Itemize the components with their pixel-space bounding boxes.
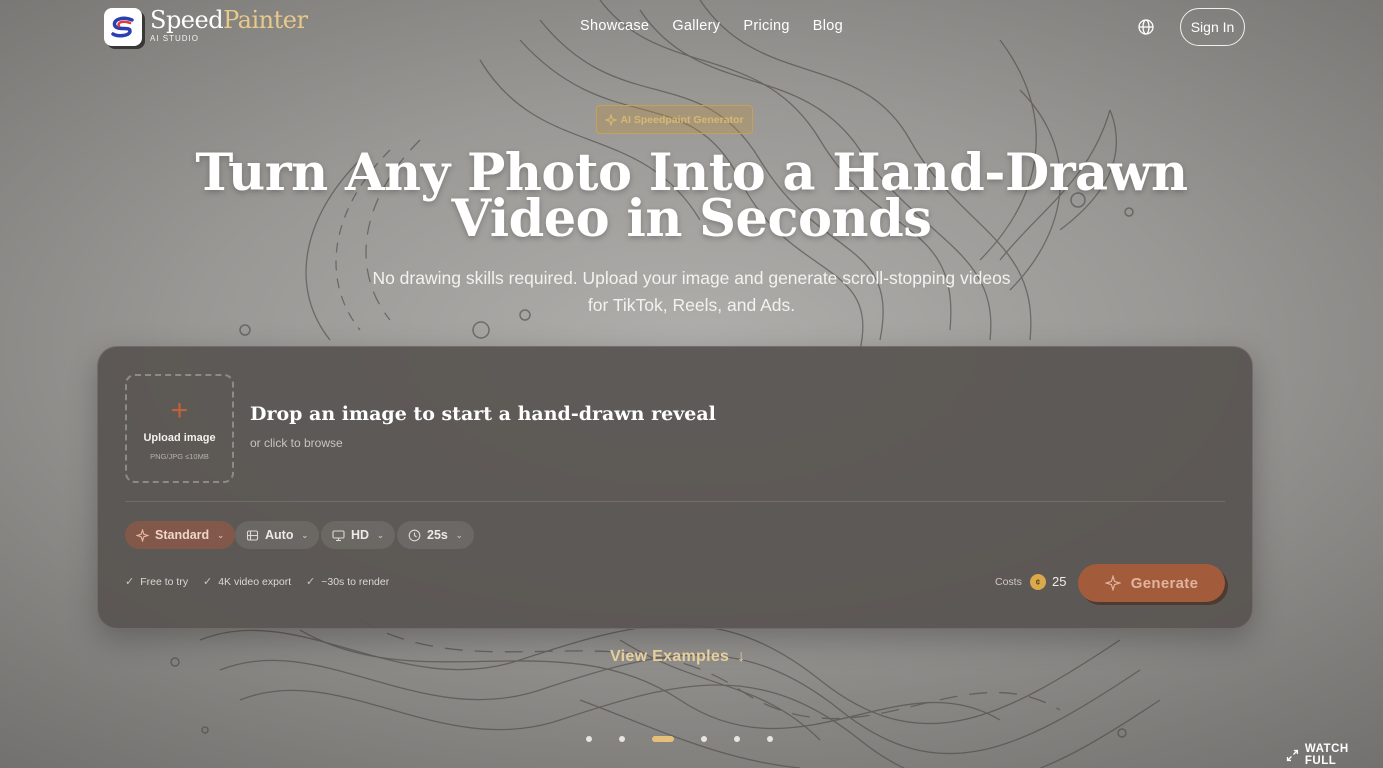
chevron-down-icon: ⌄ [217, 530, 224, 540]
feature-label: Free to try [140, 575, 189, 588]
aspect-select[interactable]: Auto ⌄ [235, 521, 320, 549]
feature-free: ✓ Free to try [125, 575, 189, 589]
chevron-down-icon: ⌄ [377, 530, 384, 540]
hero-badge: AI Speedpaint Generator [596, 105, 753, 134]
generate-label: Generate [1130, 574, 1199, 592]
duration-select-label: 25s [427, 528, 448, 542]
chevron-down-icon: ⌄ [455, 530, 463, 540]
carousel-dot[interactable] [586, 736, 592, 742]
upload-dropzone[interactable]: + Upload image PNG/JPG ≤10MB [125, 374, 234, 483]
nav-gallery[interactable]: Gallery [672, 18, 720, 34]
watch-full-label: WATCH FULL [1304, 743, 1349, 767]
costs-label: Costs [995, 576, 1022, 588]
card-divider [125, 501, 1225, 502]
check-icon: ✓ [306, 576, 316, 588]
feature-4k: ✓ 4K video export [203, 575, 292, 589]
drop-title: Drop an image to start a hand-drawn reve… [250, 403, 716, 425]
carousel-dot-active[interactable] [652, 736, 674, 742]
style-select-label: Standard [155, 528, 210, 542]
upload-card: + Upload image PNG/JPG ≤10MB Drop an ima… [97, 346, 1253, 629]
hero-headline-line2: Video in Seconds [451, 189, 932, 249]
brand-name-part1: Speed [150, 6, 224, 34]
hero-subline: No drawing skills required. Upload your … [372, 268, 1011, 315]
view-examples-link[interactable]: View Examples ↓ [610, 648, 746, 666]
cost-value: 25 [1052, 574, 1067, 589]
carousel-dot[interactable] [767, 736, 773, 742]
aspect-select-label: Auto [265, 528, 294, 542]
check-icon: ✓ [125, 576, 135, 588]
check-icon: ✓ [203, 576, 213, 588]
expand-icon [1286, 749, 1299, 761]
upload-hint: PNG/JPG ≤10MB [150, 452, 209, 461]
style-select[interactable]: Standard ⌄ [125, 521, 235, 549]
brand-logo[interactable]: SpeedPainter AI STUDIO [104, 6, 308, 46]
carousel-dots [586, 736, 773, 742]
carousel-dot[interactable] [619, 736, 625, 742]
generate-button[interactable]: Generate [1078, 564, 1225, 602]
duration-select[interactable]: 25s ⌄ [397, 521, 474, 549]
nav-pricing[interactable]: Pricing [743, 18, 789, 34]
feature-label: 4K video export [218, 575, 292, 588]
quality-select[interactable]: HD ⌄ [321, 521, 395, 549]
carousel-dot[interactable] [701, 736, 707, 742]
brand-name: SpeedPainter [150, 6, 308, 34]
feature-render-time: ✓ ~30s to render [306, 575, 390, 589]
sign-in-button[interactable]: Sign In [1180, 8, 1245, 46]
hero-badge-label: AI Speedpaint Generator [620, 113, 744, 126]
coin-icon: ¢ [1030, 574, 1046, 590]
brand-subtitle: AI STUDIO [150, 34, 200, 43]
brand-name-part2: Painter [223, 6, 308, 34]
quality-select-label: HD [351, 528, 370, 542]
nav-showcase[interactable]: Showcase [580, 18, 649, 34]
watch-full-button[interactable]: WATCH FULL [1286, 743, 1383, 767]
globe-icon[interactable] [1137, 18, 1155, 36]
aspect-ratio-icon [246, 529, 259, 541]
carousel-dot[interactable] [734, 736, 740, 742]
chevron-down-icon: ⌄ [301, 530, 309, 540]
sparkle-icon [1104, 575, 1121, 591]
feature-label: ~30s to render [321, 575, 390, 588]
monitor-icon [332, 529, 345, 541]
sparkle-icon [136, 528, 149, 542]
arrow-down-icon: ↓ [737, 648, 746, 665]
view-examples-label: View Examples [610, 648, 730, 665]
logo-mark-icon [104, 8, 142, 46]
upload-label: Upload image [143, 432, 216, 444]
nav-blog[interactable]: Blog [813, 18, 843, 34]
browse-link[interactable]: or click to browse [250, 436, 343, 450]
clock-icon [408, 529, 421, 541]
hero-headline: Turn Any Photo Into a Hand-Drawn Video i… [150, 148, 1233, 245]
main-nav: Showcase Gallery Pricing Blog [580, 18, 843, 34]
plus-icon: + [170, 394, 189, 427]
sparkle-icon [605, 113, 618, 126]
